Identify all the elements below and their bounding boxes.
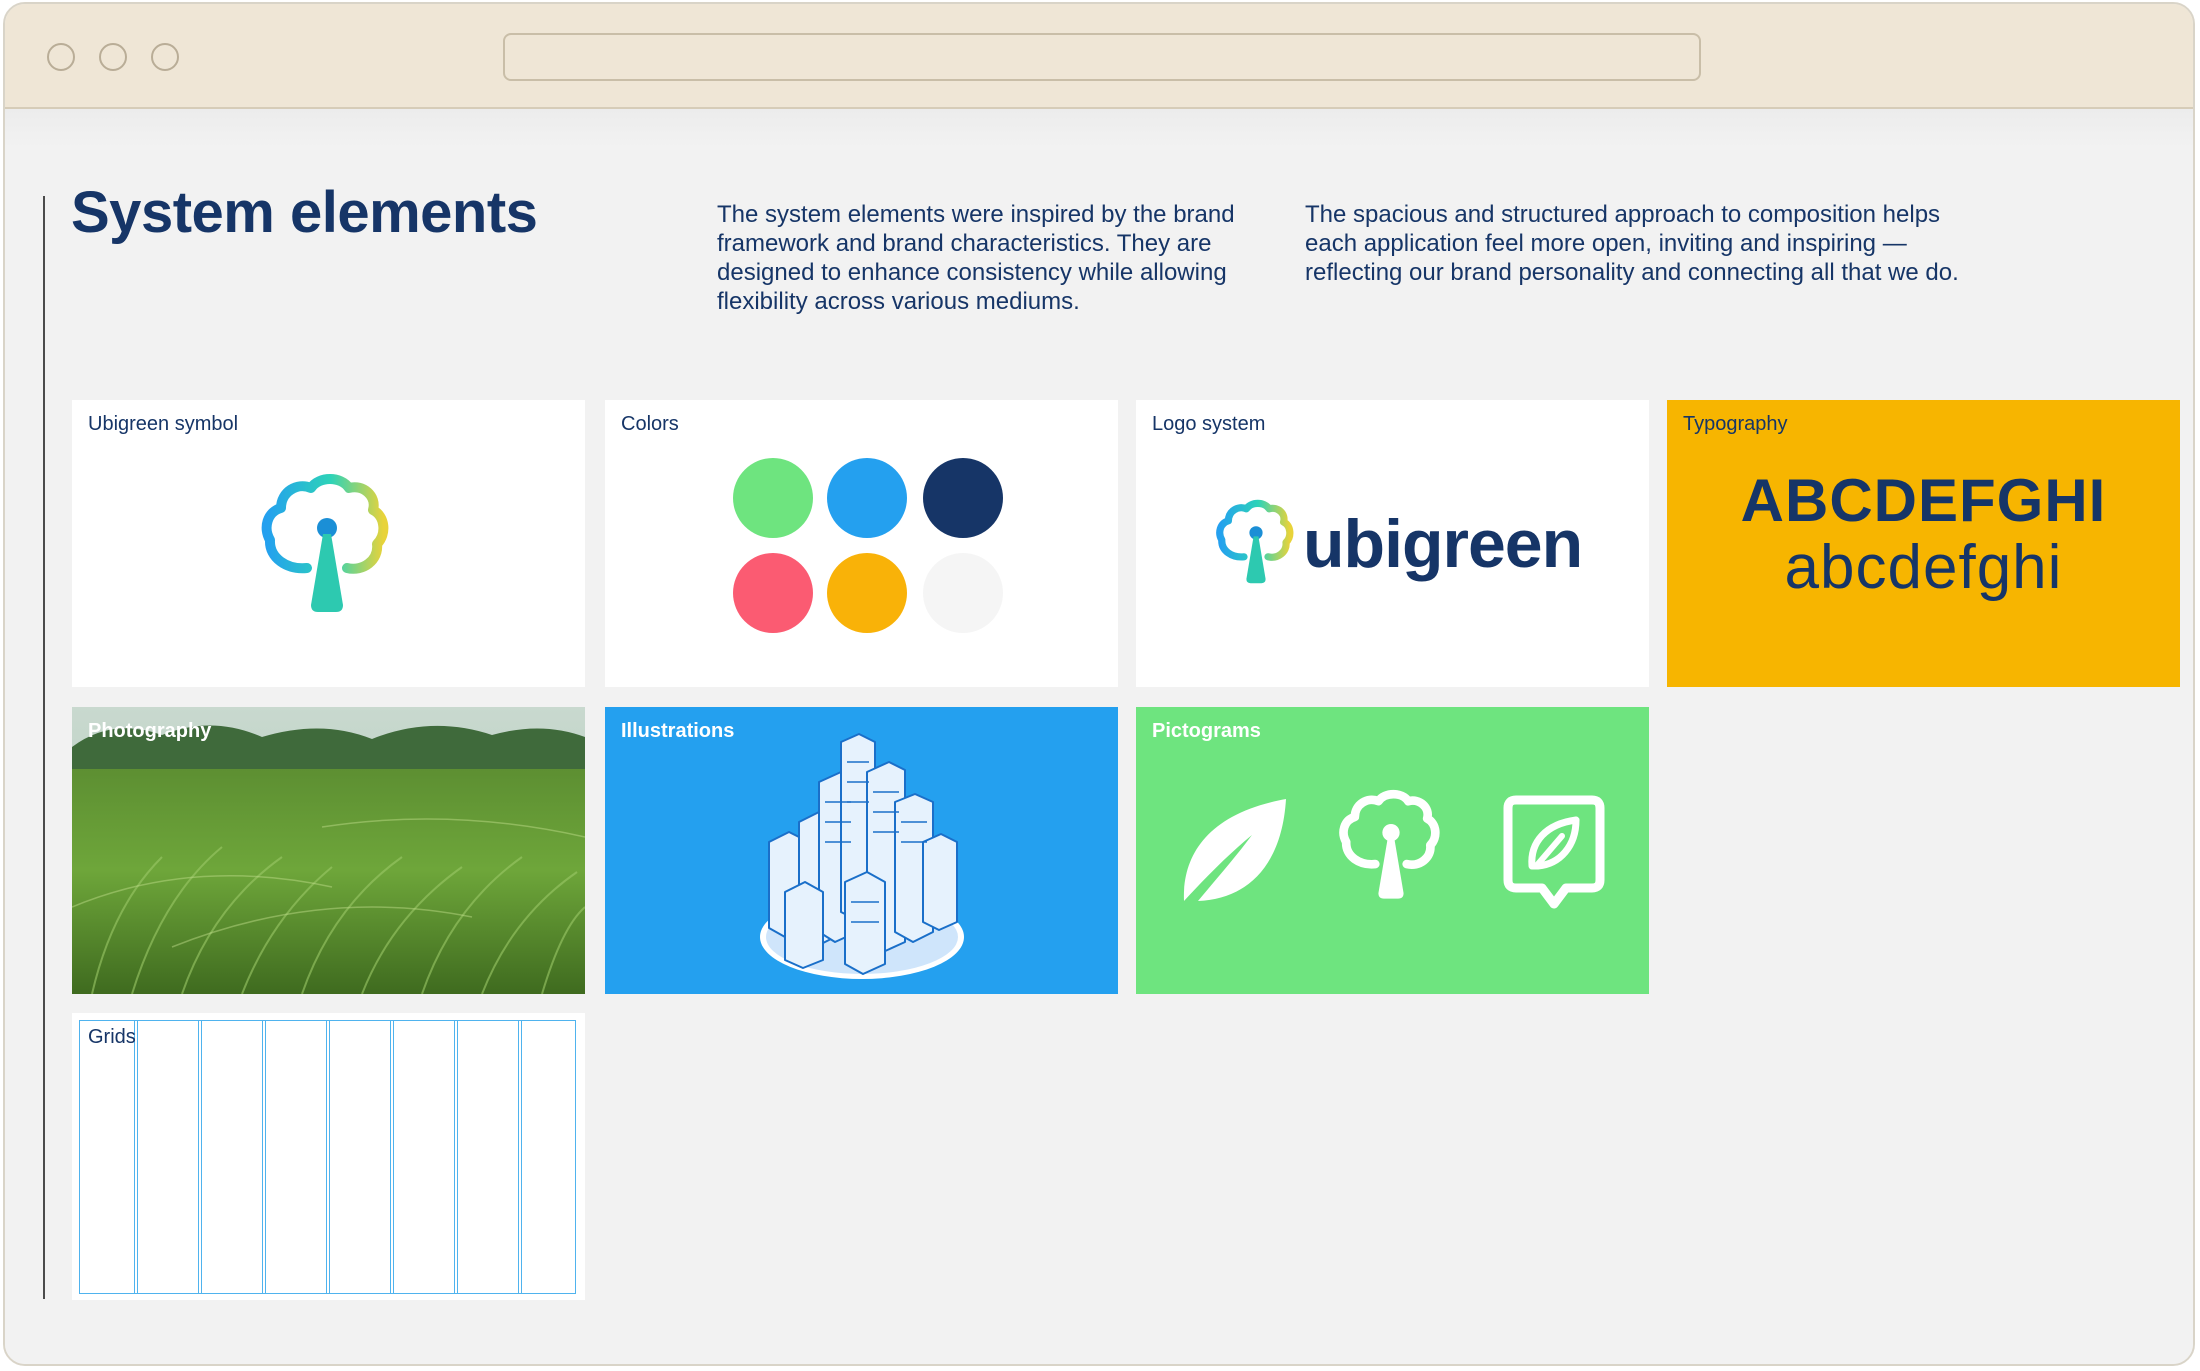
grid-gutter: [390, 1020, 394, 1294]
grid-gutter: [326, 1020, 330, 1294]
typography-lowercase-sample: abcdefghi: [1784, 533, 2063, 602]
tree-icon: [1339, 789, 1440, 899]
color-swatch-green: [733, 458, 813, 538]
grid-gutter: [454, 1020, 458, 1294]
card-label: Grids: [88, 1026, 136, 1048]
leaf-icon: [1183, 799, 1286, 901]
color-swatch-light-gray: [923, 553, 1003, 633]
card-typography[interactable]: Typography ABCDEFGHI abcdefghi: [1667, 400, 2180, 687]
window-maximize-button[interactable]: [151, 43, 179, 71]
grid-gutter: [198, 1020, 202, 1294]
window-close-button[interactable]: [47, 43, 75, 71]
page-title: System elements: [71, 180, 538, 245]
address-bar[interactable]: [503, 33, 1701, 81]
card-logo-system[interactable]: Logo system ubigreen: [1136, 400, 1649, 687]
card-label: Colors: [621, 413, 679, 435]
typography-uppercase-sample: ABCDEFGHI: [1740, 467, 2107, 534]
color-swatch-navy: [923, 458, 1003, 538]
card-colors[interactable]: Colors: [605, 400, 1118, 687]
intro-paragraph-right: The spacious and structured approach to …: [1305, 201, 1959, 286]
section-divider-line: [43, 196, 45, 1299]
card-photography[interactable]: Photography: [72, 707, 585, 994]
card-label: Photography: [88, 720, 212, 742]
leaf-chat-icon: [1503, 795, 1605, 909]
wheat-field-photo: [72, 707, 585, 994]
card-illustrations[interactable]: Illustrations: [605, 707, 1118, 994]
page-content: System elements The system elements were…: [5, 109, 2193, 1364]
tree-symbol-icon: [261, 474, 389, 612]
logo-wordmark: ubigreen: [1303, 506, 1583, 582]
browser-titlebar: [5, 4, 2193, 109]
intro-paragraph-left: The system elements were inspired by the…: [717, 201, 1235, 315]
grid-gutter: [262, 1020, 266, 1294]
browser-window: System elements The system elements were…: [3, 2, 2195, 1366]
card-label: Logo system: [1152, 413, 1266, 435]
card-label: Typography: [1683, 413, 1788, 435]
card-label: Illustrations: [621, 720, 735, 742]
logo-tree-icon: [1216, 499, 1294, 584]
grid-gutter: [518, 1020, 522, 1294]
color-swatch-coral: [733, 553, 813, 633]
grid-gutter: [134, 1020, 138, 1294]
card-pictograms[interactable]: Pictograms: [1136, 707, 1649, 994]
card-label: Pictograms: [1152, 720, 1261, 742]
color-swatch-yellow: [827, 553, 907, 633]
card-label: Ubigreen symbol: [88, 413, 239, 435]
card-grids[interactable]: Grids: [72, 1013, 585, 1300]
card-ubigreen-symbol[interactable]: Ubigreen symbol: [72, 400, 585, 687]
window-minimize-button[interactable]: [99, 43, 127, 71]
color-swatch-blue: [827, 458, 907, 538]
city-illustration: [760, 733, 964, 979]
